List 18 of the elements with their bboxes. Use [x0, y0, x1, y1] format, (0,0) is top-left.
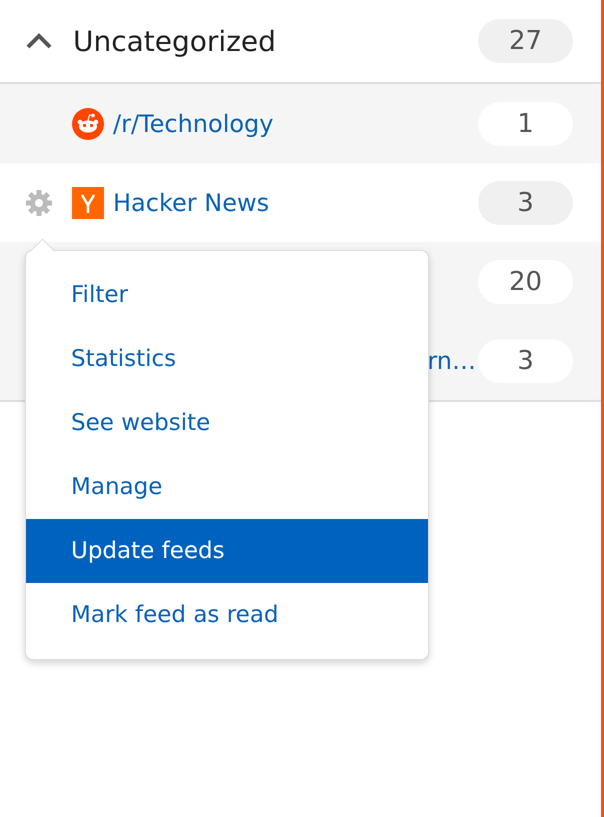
menu-item[interactable]: Manage	[26, 455, 428, 519]
unread-count: 20	[478, 260, 573, 304]
unread-count: 3	[478, 180, 573, 224]
unread-count: 3	[478, 338, 573, 382]
menu-item[interactable]: Filter	[26, 263, 428, 327]
feed-row[interactable]: /r/Technology 1	[0, 84, 601, 163]
unread-count: 27	[478, 19, 573, 63]
category-title[interactable]: Uncategorized	[73, 24, 276, 58]
unread-count: 1	[478, 102, 573, 146]
menu-item[interactable]: Mark feed as read	[26, 583, 428, 647]
collapse-chevron-icon[interactable]	[25, 32, 53, 50]
menu-item[interactable]: Update feeds	[26, 519, 428, 583]
menu-item[interactable]: See website	[26, 391, 428, 455]
menu-item[interactable]: Statistics	[26, 327, 428, 391]
y-logo-icon	[72, 186, 104, 218]
feed-title[interactable]: /r/Technology	[113, 110, 478, 138]
feed-title[interactable]: Hacker News	[113, 188, 478, 216]
reddit-icon	[72, 108, 104, 140]
